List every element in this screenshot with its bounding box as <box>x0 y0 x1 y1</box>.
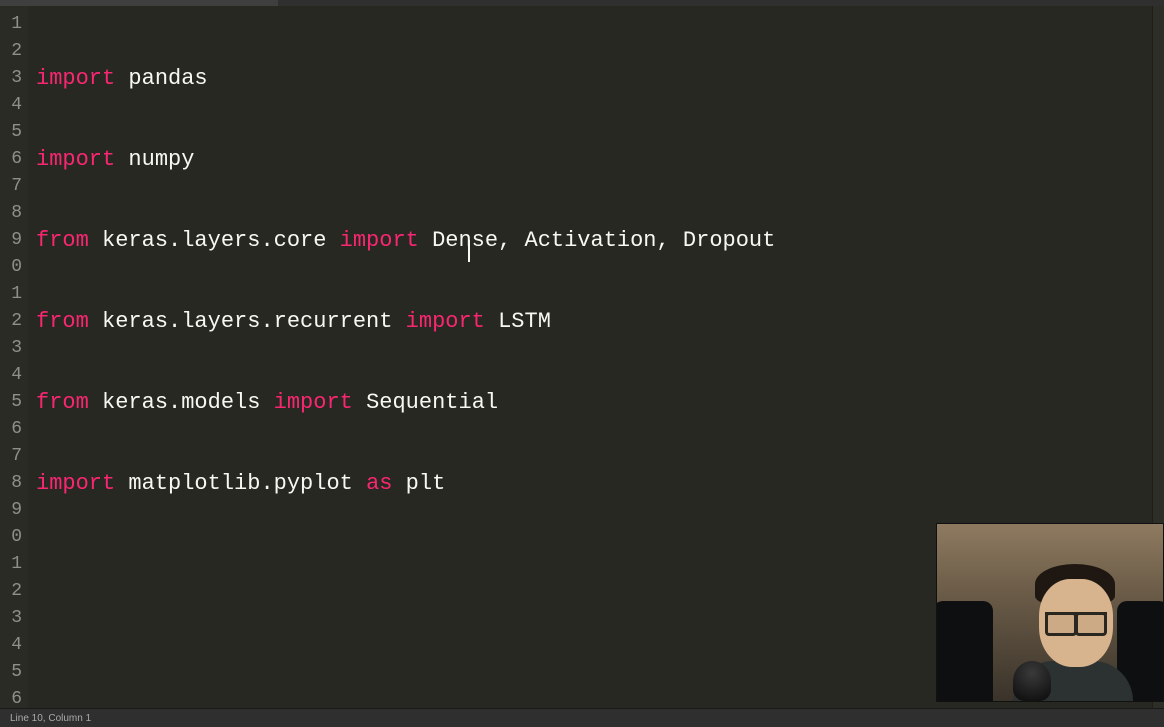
code-line[interactable]: import numpy <box>36 146 1152 173</box>
line-number[interactable]: 5 <box>0 119 22 146</box>
line-number[interactable]: 8 <box>0 470 22 497</box>
line-number[interactable]: 7 <box>0 443 22 470</box>
code-text: keras.layers.recurrent <box>89 309 406 334</box>
code-text: pandas <box>115 66 207 91</box>
text-cursor-icon <box>468 240 470 262</box>
code-text: matplotlib.pyplot <box>115 471 366 496</box>
keyword-from: from <box>36 228 89 253</box>
webcam-overlay <box>936 523 1164 702</box>
editor: 1 2 3 4 5 6 7 8 9 0 1 2 3 4 5 6 7 8 9 0 … <box>0 6 1164 708</box>
line-number[interactable]: 9 <box>0 227 22 254</box>
line-number[interactable]: 6 <box>0 686 22 713</box>
code-line[interactable]: import matplotlib.pyplot as plt <box>36 470 1152 497</box>
line-number[interactable]: 6 <box>0 416 22 443</box>
line-number[interactable]: 3 <box>0 605 22 632</box>
keyword-from: from <box>36 309 89 334</box>
code-text: Sequential <box>353 390 498 415</box>
line-number[interactable]: 1 <box>0 281 22 308</box>
line-number[interactable]: 2 <box>0 38 22 65</box>
line-number[interactable]: 4 <box>0 362 22 389</box>
line-number[interactable]: 8 <box>0 200 22 227</box>
keyword-import: import <box>406 309 485 334</box>
code-text: Dense, Activation, Dropout <box>419 228 775 253</box>
keyword-import: import <box>36 471 115 496</box>
code-text: numpy <box>115 147 194 172</box>
chair-icon <box>936 601 993 701</box>
line-number[interactable]: 2 <box>0 578 22 605</box>
line-number[interactable]: 7 <box>0 173 22 200</box>
line-number[interactable]: 0 <box>0 254 22 281</box>
line-number[interactable]: 4 <box>0 632 22 659</box>
line-number-gutter[interactable]: 1 2 3 4 5 6 7 8 9 0 1 2 3 4 5 6 7 8 9 0 … <box>0 6 28 708</box>
line-number[interactable]: 3 <box>0 65 22 92</box>
line-number[interactable]: 0 <box>0 524 22 551</box>
line-number[interactable]: 6 <box>0 146 22 173</box>
code-line[interactable] <box>36 713 1152 727</box>
code-line[interactable]: from keras.layers.recurrent import LSTM <box>36 308 1152 335</box>
line-number[interactable]: 9 <box>0 497 22 524</box>
line-number[interactable]: 2 <box>0 308 22 335</box>
code-text: plt <box>392 471 445 496</box>
keyword-import: import <box>36 66 115 91</box>
microphone-icon <box>1013 661 1051 701</box>
line-number[interactable]: 4 <box>0 92 22 119</box>
keyword-import: import <box>36 147 115 172</box>
keyword-from: from <box>36 390 89 415</box>
code-line[interactable]: import pandas <box>36 65 1152 92</box>
glasses-icon <box>1045 612 1107 628</box>
line-number[interactable]: 1 <box>0 11 22 38</box>
code-text: keras.models <box>89 390 274 415</box>
code-text: LSTM <box>485 309 551 334</box>
code-line[interactable]: from keras.models import Sequential <box>36 389 1152 416</box>
keyword-import: import <box>274 390 353 415</box>
code-text: keras.layers.core <box>89 228 340 253</box>
line-number[interactable]: 5 <box>0 389 22 416</box>
keyword-import: import <box>340 228 419 253</box>
keyword-as: as <box>366 471 392 496</box>
line-number[interactable]: 3 <box>0 335 22 362</box>
line-number[interactable]: 5 <box>0 659 22 686</box>
line-number[interactable]: 1 <box>0 551 22 578</box>
code-line[interactable]: from keras.layers.core import Dense, Act… <box>36 227 1152 254</box>
